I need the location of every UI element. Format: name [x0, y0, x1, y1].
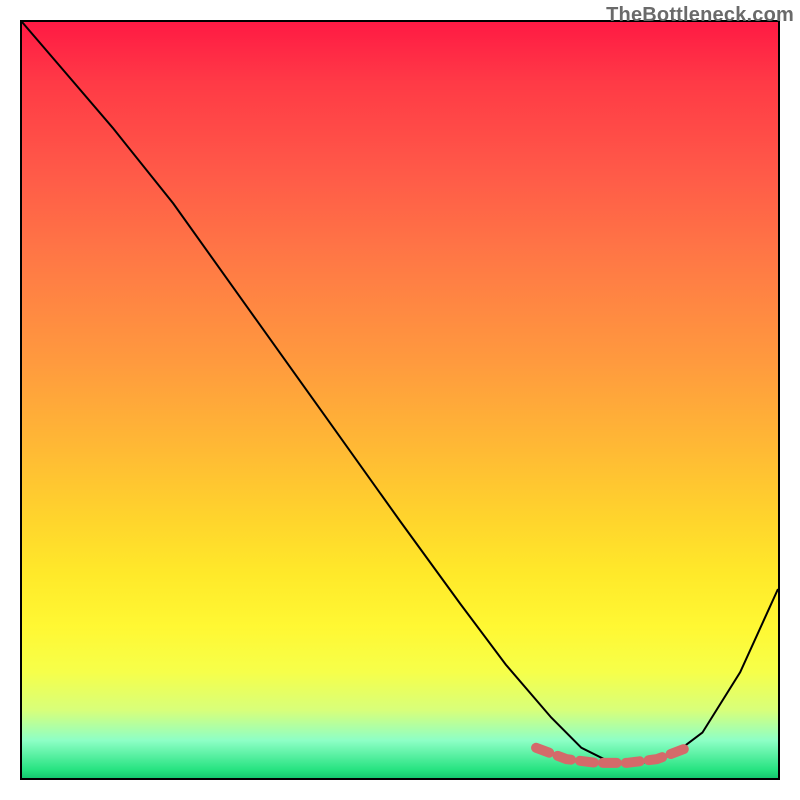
optimal-range-marker	[536, 748, 687, 763]
watermark-text: TheBottleneck.com	[606, 4, 794, 27]
plot-area	[20, 20, 780, 780]
chart-svg	[22, 22, 778, 778]
bottleneck-curve	[22, 22, 778, 763]
